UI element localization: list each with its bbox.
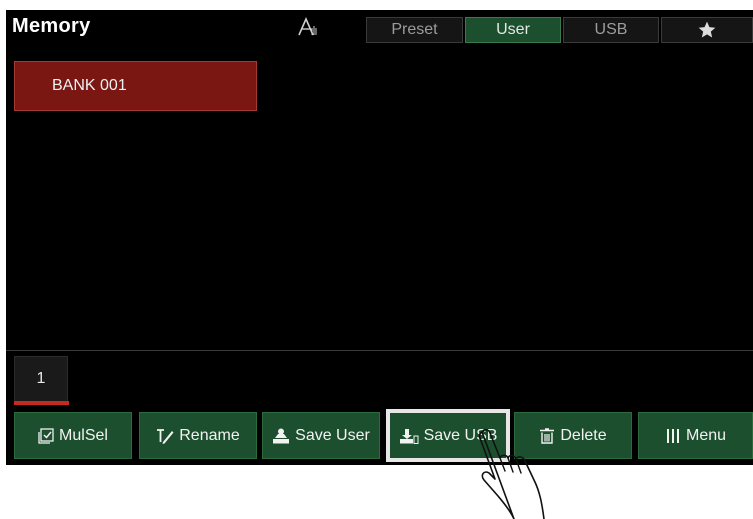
tab-user[interactable]: User [465, 17, 561, 43]
header: Memory Preset User USB [6, 10, 753, 44]
tab-preset[interactable]: Preset [366, 17, 463, 43]
pagination: 1 [6, 350, 753, 408]
save-user-button[interactable]: Save User [262, 412, 380, 459]
page-title: Memory [12, 15, 91, 37]
current-page-indicator [14, 401, 69, 405]
rename-button[interactable]: Rename [139, 412, 257, 459]
save-usb-icon [399, 428, 419, 444]
font-settings-icon[interactable] [291, 10, 325, 44]
tab-usb[interactable]: USB [563, 17, 659, 43]
checkbox-icon [38, 427, 54, 444]
menu-button[interactable]: Menu [638, 412, 753, 459]
memory-screen: Memory Preset User USB BANK 001 1 MulSel… [6, 10, 753, 465]
multi-select-label: MulSel [59, 426, 108, 444]
save-user-icon [272, 428, 290, 444]
bank-item[interactable]: BANK 001 [14, 61, 257, 111]
menu-bars-icon [665, 428, 681, 444]
rename-label: Rename [179, 426, 240, 444]
tab-favorites[interactable] [661, 17, 753, 43]
star-icon [698, 21, 716, 38]
save-user-label: Save User [295, 426, 370, 444]
bank-item-label: BANK 001 [52, 77, 127, 94]
delete-label: Delete [560, 426, 607, 444]
menu-label: Menu [685, 426, 727, 444]
pointing-hand-icon [478, 429, 545, 519]
rename-pen-icon [156, 428, 174, 444]
page-button-1[interactable]: 1 [14, 356, 68, 402]
multi-select-button[interactable]: MulSel [14, 412, 132, 459]
